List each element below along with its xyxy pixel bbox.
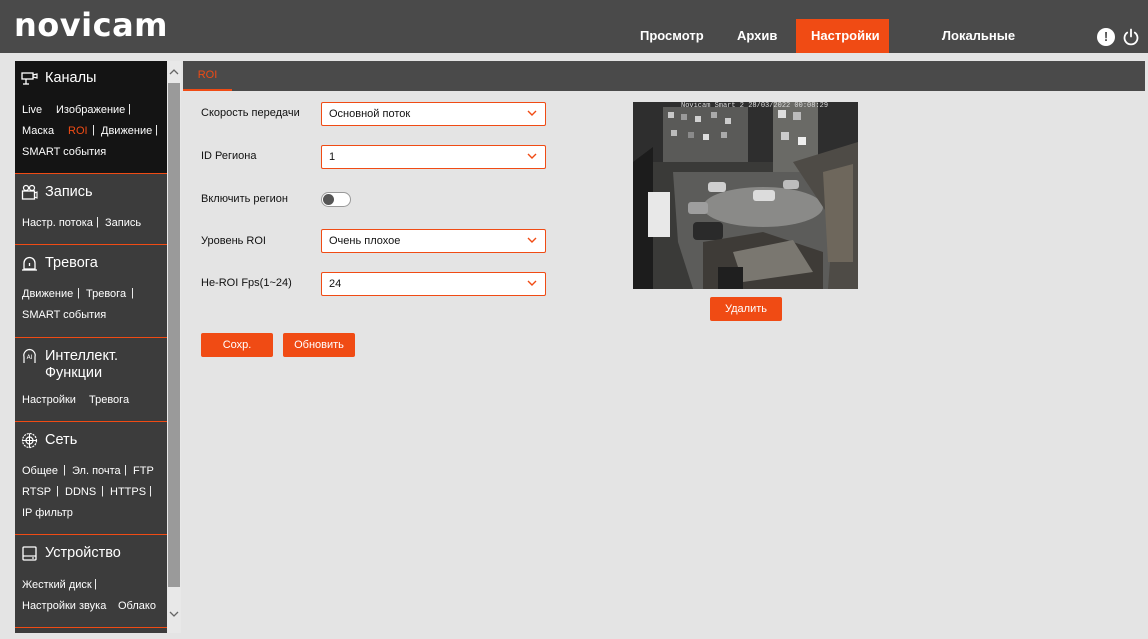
separator: | [149, 485, 152, 497]
sidebar-section-record: Запись Настр. потока | Запись [15, 174, 167, 245]
nav-archive[interactable]: Архив [722, 19, 788, 53]
sidebar-link-ftp[interactable]: FTP [133, 465, 154, 477]
sidebar-title-alarm[interactable]: Тревога [45, 255, 98, 272]
tab-roi[interactable]: ROI [183, 61, 232, 91]
non-roi-fps-value: 24 [329, 278, 342, 290]
sidebar-link-alarm[interactable]: Тревога [86, 288, 126, 300]
chevron-down-icon [527, 110, 537, 116]
chevron-down-icon [527, 237, 537, 243]
separator: | [124, 464, 127, 476]
power-icon[interactable] [1122, 28, 1140, 46]
svg-text:AI: AI [27, 354, 33, 361]
enable-region-label: Включить регион [201, 193, 288, 205]
sidebar-title-ai-line2[interactable]: Функции [45, 365, 102, 382]
enable-region-toggle[interactable] [321, 192, 351, 207]
sidebar-section-ai: AI Интеллект. Функции Настройки Тревога [15, 338, 167, 422]
sidebar-link-image[interactable]: Изображение [56, 104, 125, 116]
separator: | [131, 287, 134, 299]
sidebar-title-ai[interactable]: Интеллект. [45, 348, 118, 365]
preview-osd-text: Novicam Smart 2 28/03/2022 00:08:29 [681, 102, 829, 110]
sidebar-link-general[interactable]: Общее [22, 465, 58, 477]
sidebar-title-network[interactable]: Сеть [45, 432, 77, 449]
sidebar-section-network: Сеть Общее | Эл. почта | FTP RTSP | DDNS… [15, 422, 167, 535]
camera-icon [21, 72, 38, 85]
sidebar-title-device[interactable]: Устройство [45, 545, 121, 562]
nav-local-settings[interactable]: Локальные настройки [897, 19, 1060, 77]
alarm-icon [22, 256, 37, 271]
separator: | [96, 216, 99, 228]
sidebar-link-rtsp[interactable]: RTSP [22, 486, 51, 498]
sidebar-link-mask[interactable]: Маска [22, 125, 54, 137]
sidebar-link-record[interactable]: Запись [105, 217, 141, 229]
tab-bar: ROI [183, 61, 1145, 91]
region-id-label: ID Региона [201, 150, 257, 162]
region-id-value: 1 [329, 151, 336, 163]
sidebar-link-https[interactable]: HTTPS [110, 486, 146, 498]
non-roi-fps-select[interactable]: 24 [321, 272, 546, 296]
sidebar-link-stream-settings[interactable]: Настр. потока [22, 217, 93, 229]
sidebar-link-ai-settings[interactable]: Настройки [22, 394, 76, 406]
separator: | [155, 124, 158, 136]
sidebar-link-hdd[interactable]: Жесткий диск [22, 579, 92, 591]
scroll-down-icon[interactable] [167, 609, 181, 623]
sidebar-title-channels[interactable]: Каналы [45, 70, 96, 87]
separator: | [101, 485, 104, 497]
save-button[interactable]: Сохр. [201, 333, 273, 357]
sidebar-section-alarm: Тревога Движение | Тревога | SMART событ… [15, 245, 167, 338]
roi-level-select[interactable]: Очень плохое [321, 229, 546, 253]
chevron-down-icon [527, 280, 537, 286]
chevron-down-icon [527, 153, 537, 159]
hdd-icon [22, 546, 37, 561]
sidebar-link-ip-filter[interactable]: IP фильтр [22, 507, 73, 519]
stream-label: Скорость передачи [201, 107, 300, 119]
sidebar-title-record[interactable]: Запись [45, 184, 93, 201]
toggle-knob [323, 194, 334, 205]
network-icon [21, 432, 38, 449]
scroll-up-icon[interactable] [167, 67, 181, 81]
sidebar: Каналы Live Изображение | Маска ROI | Дв… [15, 61, 167, 633]
sidebar-scrollbar[interactable] [167, 61, 181, 633]
info-icon[interactable]: ! [1097, 28, 1115, 46]
sidebar-link-cloud[interactable]: Облако [118, 600, 156, 612]
logo: novicam [14, 6, 168, 44]
sidebar-link-smart-events[interactable]: SMART события [22, 146, 106, 158]
sidebar-link-ai-alarm[interactable]: Тревога [89, 394, 129, 406]
separator: | [56, 485, 59, 497]
sidebar-link-motion-alarm[interactable]: Движение [22, 288, 73, 300]
sidebar-section-channels: Каналы Live Изображение | Маска ROI | Дв… [15, 61, 167, 174]
sidebar-section-device: Устройство Жесткий диск | Настройки звук… [15, 535, 167, 628]
top-bar: novicam Просмотр Архив Настройки Локальн… [0, 0, 1148, 77]
camera-preview-image [633, 102, 858, 289]
non-roi-fps-label: Не-ROI Fps(1~24) [201, 277, 292, 289]
separator: | [92, 124, 95, 136]
sidebar-link-audio[interactable]: Настройки звука [22, 600, 106, 612]
separator: | [77, 287, 80, 299]
scroll-thumb[interactable] [168, 83, 180, 587]
ai-icon: AI [23, 348, 36, 363]
sidebar-link-motion[interactable]: Движение [101, 125, 152, 137]
separator: | [63, 464, 66, 476]
video-icon [21, 184, 38, 200]
nav-preview[interactable]: Просмотр [625, 19, 713, 53]
roi-level-label: Уровень ROI [201, 235, 266, 247]
sidebar-link-smart-events-alarm[interactable]: SMART события [22, 309, 106, 321]
roi-level-value: Очень плохое [329, 235, 401, 247]
separator: | [94, 578, 97, 590]
sidebar-link-roi[interactable]: ROI [68, 125, 88, 137]
refresh-button[interactable]: Обновить [283, 333, 355, 357]
sidebar-link-email[interactable]: Эл. почта [72, 465, 121, 477]
camera-preview[interactable]: Novicam Smart 2 28/03/2022 00:08:29 [633, 102, 858, 289]
nav-settings[interactable]: Настройки [796, 19, 889, 53]
region-id-select[interactable]: 1 [321, 145, 546, 169]
main-content: ROI Скорость передачи Основной поток ID … [183, 61, 1145, 633]
sidebar-link-live[interactable]: Live [22, 104, 42, 116]
delete-button[interactable]: Удалить [710, 297, 782, 321]
sidebar-link-ddns[interactable]: DDNS [65, 486, 96, 498]
stream-value: Основной поток [329, 108, 411, 120]
stream-select[interactable]: Основной поток [321, 102, 546, 126]
separator: | [128, 103, 131, 115]
